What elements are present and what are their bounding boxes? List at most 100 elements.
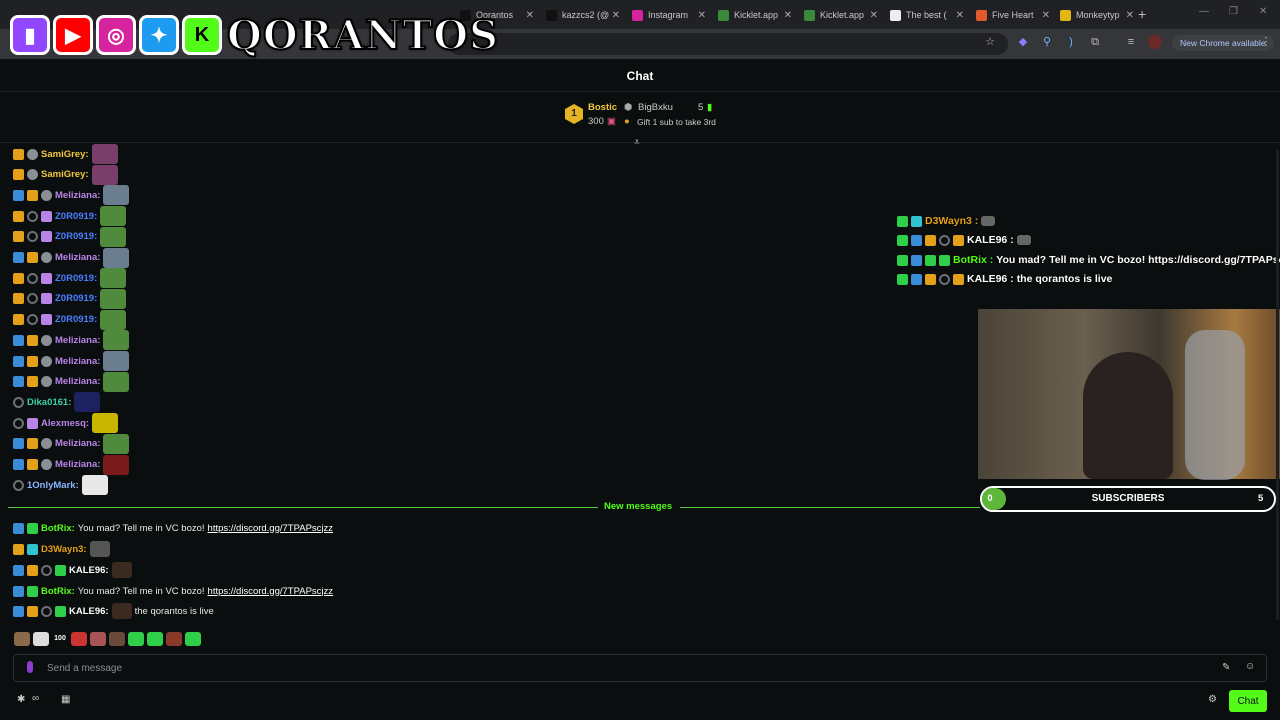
close-tab-icon[interactable]: ✕ (870, 10, 878, 21)
chat-username[interactable]: KALE96: (69, 565, 109, 576)
profile-avatar[interactable] (1148, 35, 1162, 49)
emote-icon[interactable] (100, 226, 127, 247)
emote-icon[interactable] (111, 562, 132, 578)
quick-emote-icon[interactable] (147, 632, 163, 646)
leader-2-name[interactable]: BigBxku (638, 102, 673, 113)
quick-emote-icon[interactable] (14, 632, 30, 646)
emote-icon[interactable] (92, 413, 119, 434)
chat-username[interactable]: SamiGrey: (41, 169, 89, 180)
translate-icon[interactable]: ⚲ (1040, 35, 1054, 49)
emote-icon[interactable] (74, 392, 101, 413)
crown-badge-icon (27, 334, 38, 346)
emote-icon[interactable] (100, 288, 127, 309)
grey-badge-icon (27, 148, 38, 160)
bookmark-star-icon[interactable]: ☆ (983, 35, 997, 49)
chat-username[interactable]: Meliziana: (55, 376, 100, 387)
chat-username[interactable]: D3Wayn3: (41, 544, 87, 555)
emote-icon[interactable] (103, 330, 130, 351)
store-icon[interactable]: ▦ (61, 694, 70, 705)
emote-icon[interactable] (111, 603, 132, 619)
chat-link[interactable]: https://discord.gg/7TPAPscjzz (208, 586, 334, 597)
emote-icon[interactable] (89, 541, 110, 557)
infinity-icon[interactable]: ∞ (32, 693, 39, 704)
emote-icon[interactable] (103, 247, 130, 268)
send-chat-button[interactable]: Chat (1229, 690, 1267, 712)
new-messages-label[interactable]: New messages (604, 501, 672, 512)
minimize-icon[interactable]: — (1199, 6, 1209, 17)
chat-link[interactable]: https://discord.gg/7TPAPscjzz (208, 523, 334, 534)
chat-username[interactable]: Z0R0919: (55, 293, 97, 304)
chat-username[interactable]: Meliziana: (55, 438, 100, 449)
chat-username[interactable]: Dika0161: (27, 397, 71, 408)
quick-emote-icon[interactable] (185, 632, 201, 646)
browser-tab[interactable]: Five Heart ✕ (970, 4, 1052, 26)
leader-1-name[interactable]: Bostic (588, 102, 617, 113)
browser-tab[interactable]: Kicklet.app ✕ (798, 4, 880, 26)
close-tab-icon[interactable]: ✕ (956, 10, 964, 21)
chat-settings-icon[interactable]: ⚙ (1208, 694, 1217, 705)
emote-icon[interactable] (100, 268, 127, 289)
emote-icon[interactable] (103, 351, 130, 371)
emote-icon[interactable] (103, 185, 130, 206)
chat-username[interactable]: BotRix: (41, 586, 75, 597)
emote-icon[interactable] (100, 206, 127, 227)
chat-username[interactable]: Z0R0919: (55, 211, 97, 222)
close-tab-icon[interactable]: ✕ (526, 10, 534, 21)
quick-emote-icon[interactable] (109, 632, 125, 646)
quick-emote-icon[interactable] (71, 632, 87, 646)
browser-tab[interactable]: Instagram ✕ (626, 4, 708, 26)
emote-picker-icon[interactable]: ☺ (1245, 661, 1255, 672)
emote-icon[interactable] (91, 164, 118, 185)
extensions-puzzle-icon[interactable]: ⧉ (1088, 35, 1102, 49)
mic-icon[interactable] (27, 661, 33, 673)
chat-username[interactable]: Meliziana: (55, 190, 100, 201)
quick-emote-icon[interactable]: 100 (52, 632, 68, 646)
quick-emote-icon[interactable] (90, 632, 106, 646)
chat-username[interactable]: Meliziana: (55, 252, 100, 263)
chat-username[interactable]: KALE96: (69, 606, 109, 617)
crown-badge-icon (13, 272, 24, 284)
settings-cog-icon[interactable]: ✱ (17, 694, 25, 705)
url-input[interactable] (448, 33, 1008, 55)
chat-username[interactable]: Meliziana: (55, 459, 100, 470)
audio-icon[interactable]: ) (1064, 35, 1078, 49)
chat-username[interactable]: SamiGrey: (41, 149, 89, 160)
browser-tab[interactable]: kazzcs2 (@ ✕ (540, 4, 622, 26)
browser-tab[interactable]: Kicklet.app ✕ (712, 4, 794, 26)
expand-leaderboard-icon[interactable]: ⩡ (634, 137, 640, 148)
browser-tab[interactable]: Monkeytyp ✕ (1054, 4, 1136, 26)
close-tab-icon[interactable]: ✕ (784, 10, 792, 21)
chat-username[interactable]: Z0R0919: (55, 273, 97, 284)
chat-username[interactable]: 1OnlyMark: (27, 480, 79, 491)
emote-icon[interactable] (103, 433, 130, 454)
quick-emote-icon[interactable] (128, 632, 144, 646)
new-tab-button[interactable]: + (1138, 6, 1146, 22)
close-tab-icon[interactable]: ✕ (1042, 10, 1050, 21)
emote-icon[interactable] (100, 309, 127, 330)
quick-emote-icon[interactable] (166, 632, 182, 646)
translate-chat-icon[interactable]: ✎ (1222, 662, 1230, 673)
browser-tab[interactable]: The best (✕ (884, 4, 966, 26)
close-tab-icon[interactable]: ✕ (1126, 10, 1134, 21)
emote-icon[interactable] (81, 475, 108, 496)
close-tab-icon[interactable]: ✕ (612, 10, 620, 21)
emote-icon[interactable] (103, 371, 130, 392)
quick-emote-icon[interactable] (33, 632, 49, 646)
send-message-input[interactable] (13, 654, 1267, 682)
menu-kebab-icon[interactable]: ⋮ (1259, 35, 1273, 49)
chat-username[interactable]: Meliziana: (55, 335, 100, 346)
close-window-icon[interactable]: ✕ (1259, 6, 1267, 17)
grey-badge-icon (41, 189, 52, 201)
chat-username[interactable]: Alexmesq: (41, 418, 89, 429)
emote-icon[interactable] (91, 144, 118, 164)
chat-scrollbar[interactable] (1276, 150, 1279, 620)
media-icon[interactable]: ≡ (1124, 35, 1138, 49)
close-tab-icon[interactable]: ✕ (698, 10, 706, 21)
emote-icon[interactable] (103, 454, 130, 475)
chat-username[interactable]: Meliziana: (55, 356, 100, 367)
chat-username[interactable]: BotRix: (41, 523, 75, 534)
chat-username[interactable]: Z0R0919: (55, 314, 97, 325)
chat-username[interactable]: Z0R0919: (55, 231, 97, 242)
extension-icon[interactable]: ◆ (1016, 35, 1030, 49)
maximize-icon[interactable]: ❐ (1229, 6, 1238, 17)
